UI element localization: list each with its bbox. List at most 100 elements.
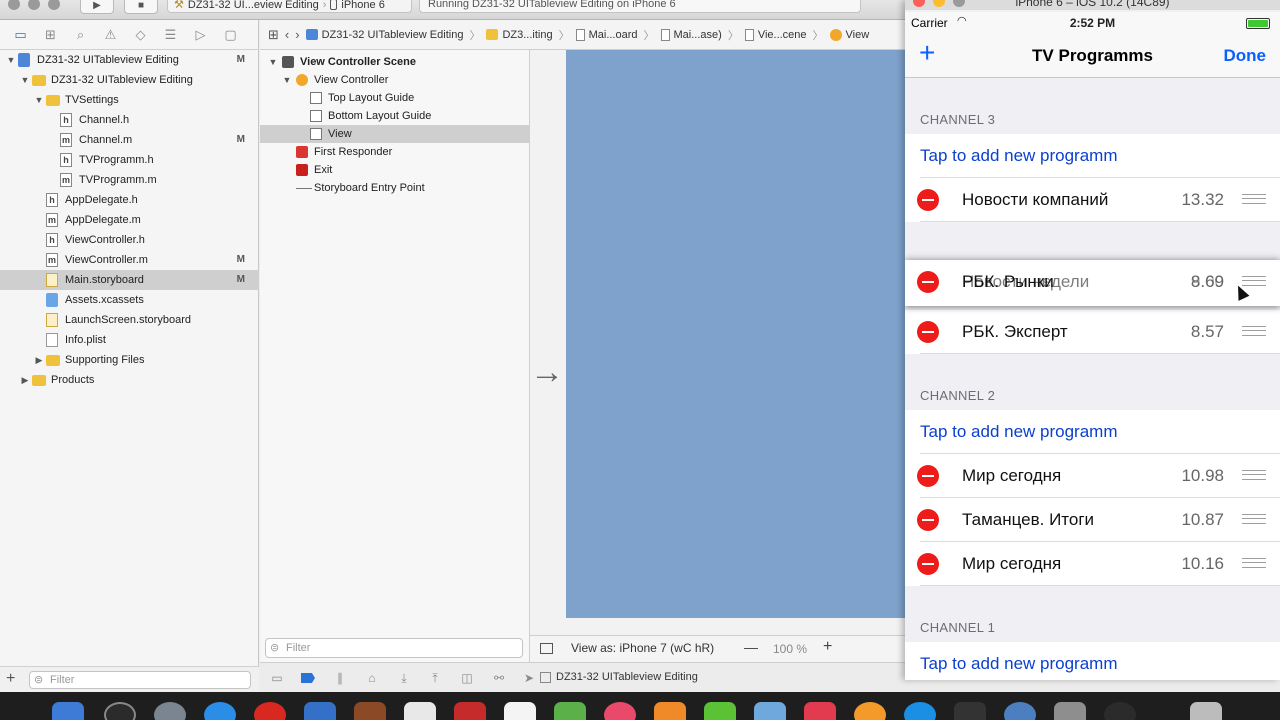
reorder-handle-icon[interactable] bbox=[1242, 276, 1266, 286]
xcode-icon[interactable] bbox=[1004, 702, 1036, 720]
location-icon[interactable]: ➤ bbox=[522, 671, 536, 685]
numbers-icon[interactable] bbox=[704, 702, 736, 720]
file-tree-row[interactable]: Info.plist bbox=[0, 330, 259, 350]
memory-graph-icon[interactable]: ⚯ bbox=[492, 671, 506, 685]
report-icon[interactable]: ▢ bbox=[220, 25, 241, 45]
photos-icon[interactable] bbox=[604, 702, 636, 720]
view-as-label[interactable]: View as: iPhone 7 (wC hR) bbox=[571, 641, 714, 655]
activity-monitor-icon[interactable] bbox=[954, 702, 986, 720]
hide-debug-area-icon[interactable]: ▭ bbox=[270, 671, 284, 685]
reorder-handle-icon[interactable] bbox=[1242, 514, 1266, 524]
app-store-icon[interactable] bbox=[904, 702, 936, 720]
trash-icon[interactable] bbox=[1190, 702, 1222, 720]
forward-arrow-icon[interactable]: › bbox=[295, 27, 299, 42]
run-button[interactable]: ▶ bbox=[80, 0, 114, 14]
breadcrumb-item[interactable]: Mai...oard bbox=[575, 28, 638, 41]
outline-row[interactable]: Exit bbox=[260, 161, 529, 179]
disclosure-triangle-icon[interactable]: ▼ bbox=[282, 71, 292, 89]
add-program-cell[interactable]: Tap to add new programm bbox=[905, 134, 1280, 178]
file-tree-row[interactable]: Assets.xcassets bbox=[0, 290, 259, 310]
back-arrow-icon[interactable]: ‹ bbox=[285, 27, 289, 42]
opera-icon[interactable] bbox=[254, 702, 286, 720]
reminders-icon[interactable] bbox=[504, 702, 536, 720]
file-tree-row[interactable]: m TVProgramm.m bbox=[0, 170, 259, 190]
file-tree-row[interactable]: h Channel.h bbox=[0, 110, 259, 130]
calendar-icon[interactable] bbox=[404, 702, 436, 720]
file-tree-row[interactable]: h AppDelegate.h bbox=[0, 190, 259, 210]
file-tree-row[interactable]: LaunchScreen.storyboard bbox=[0, 310, 259, 330]
debug-icon[interactable]: ☰ bbox=[160, 25, 181, 45]
system-icon[interactable] bbox=[154, 702, 186, 720]
search-icon[interactable]: ⌕ bbox=[70, 25, 91, 45]
finder-icon[interactable] bbox=[52, 702, 84, 720]
file-tree-row[interactable]: ▼ DZ31-32 UITableview Editing M bbox=[0, 50, 259, 70]
app-icon[interactable] bbox=[454, 702, 486, 720]
step-over-icon[interactable]: ⌂ bbox=[365, 671, 379, 685]
entry-point-arrow-icon[interactable]: → bbox=[530, 355, 564, 389]
delete-icon[interactable] bbox=[917, 271, 939, 293]
zoom-in-button[interactable]: + bbox=[823, 638, 832, 656]
file-tree-row[interactable]: ▼ TVSettings bbox=[0, 90, 259, 110]
books-icon[interactable] bbox=[854, 702, 886, 720]
stop-button[interactable]: ■ bbox=[124, 0, 158, 14]
delete-icon[interactable] bbox=[917, 509, 939, 531]
file-tree-row[interactable]: h TVProgramm.h bbox=[0, 150, 259, 170]
pause-icon[interactable]: ∥ bbox=[333, 671, 347, 685]
minimize-window-icon[interactable] bbox=[28, 0, 40, 10]
view-hierarchy-icon[interactable]: ◫ bbox=[460, 671, 474, 685]
outline-row[interactable]: First Responder bbox=[260, 143, 529, 161]
file-tree-row[interactable]: ▼ DZ31-32 UITableview Editing bbox=[0, 70, 259, 90]
disclosure-triangle-icon[interactable]: ▶ bbox=[20, 370, 30, 390]
delete-icon[interactable] bbox=[917, 553, 939, 575]
breakpoint-icon[interactable]: ▷ bbox=[190, 25, 211, 45]
reorder-handle-icon[interactable] bbox=[1242, 470, 1266, 480]
program-cell[interactable]: Новости компаний 13.32 bbox=[905, 178, 1280, 222]
symbol-navigator-icon[interactable]: ⊞ bbox=[40, 25, 61, 45]
app-icon[interactable] bbox=[1104, 702, 1136, 720]
reorder-handle-icon[interactable] bbox=[1242, 558, 1266, 568]
outline-row[interactable]: Top Layout Guide bbox=[260, 89, 529, 107]
done-button[interactable]: Done bbox=[1224, 46, 1267, 66]
safari-icon[interactable] bbox=[204, 702, 236, 720]
program-cell[interactable]: Мир сегодня 10.16 bbox=[905, 542, 1280, 586]
add-file-icon[interactable]: + bbox=[6, 670, 15, 688]
file-tree-row[interactable]: ▶ Supporting Files bbox=[0, 350, 259, 370]
outline-row[interactable]: Bottom Layout Guide bbox=[260, 107, 529, 125]
file-tree-row[interactable]: ▶ Products bbox=[0, 370, 259, 390]
outline-row[interactable]: Storyboard Entry Point bbox=[260, 179, 529, 197]
test-diamond-icon[interactable]: ◇ bbox=[130, 25, 151, 45]
program-cell[interactable]: РБК. Эксперт 8.57 bbox=[905, 310, 1280, 354]
program-cell[interactable]: Таманцев. Итоги 10.87 bbox=[905, 498, 1280, 542]
file-tree-row[interactable]: m ViewController.m M bbox=[0, 250, 259, 270]
app-icon[interactable] bbox=[1054, 702, 1086, 720]
zoom-window-icon[interactable] bbox=[48, 0, 60, 10]
issue-warning-icon[interactable]: ⚠ bbox=[100, 25, 121, 45]
outline-row[interactable]: View bbox=[260, 125, 529, 143]
related-items-icon[interactable]: ⊞ bbox=[268, 27, 279, 43]
program-cell[interactable]: Мир сегодня 10.98 bbox=[905, 454, 1280, 498]
zoom-out-button[interactable]: — bbox=[744, 639, 758, 655]
music-icon[interactable] bbox=[804, 702, 836, 720]
disclosure-triangle-icon[interactable]: ▼ bbox=[20, 70, 30, 90]
delete-icon[interactable] bbox=[917, 465, 939, 487]
file-tree-row[interactable]: m AppDelegate.m bbox=[0, 210, 259, 230]
file-tree-row[interactable]: Main.storyboard M bbox=[0, 270, 259, 290]
reorder-handle-icon[interactable] bbox=[1242, 194, 1266, 204]
breadcrumb-item[interactable]: DZ3...iting bbox=[486, 29, 553, 41]
add-program-cell[interactable]: Tap to add new programm bbox=[905, 642, 1280, 680]
dragging-cell[interactable]: РБК. Рынки Новости недели 8.69 9.00 bbox=[905, 260, 1280, 306]
storyboard-canvas[interactable]: → bbox=[530, 50, 905, 635]
file-tree-row[interactable]: h ViewController.h bbox=[0, 230, 259, 250]
step-out-icon[interactable]: ⤒ bbox=[428, 671, 442, 685]
delete-icon[interactable] bbox=[917, 321, 939, 343]
add-program-cell[interactable]: Tap to add new programm bbox=[905, 410, 1280, 454]
mail-icon[interactable] bbox=[304, 702, 336, 720]
pages-icon[interactable] bbox=[654, 702, 686, 720]
file-tree-row[interactable]: m Channel.m M bbox=[0, 130, 259, 150]
launchpad-icon[interactable] bbox=[104, 702, 136, 720]
folder-icon[interactable]: ▭ bbox=[10, 25, 31, 45]
reorder-handle-icon[interactable] bbox=[1242, 326, 1266, 336]
outline-toggle-icon[interactable] bbox=[540, 643, 553, 654]
disclosure-triangle-icon[interactable]: ▼ bbox=[268, 53, 278, 71]
notes-app-icon[interactable] bbox=[354, 702, 386, 720]
